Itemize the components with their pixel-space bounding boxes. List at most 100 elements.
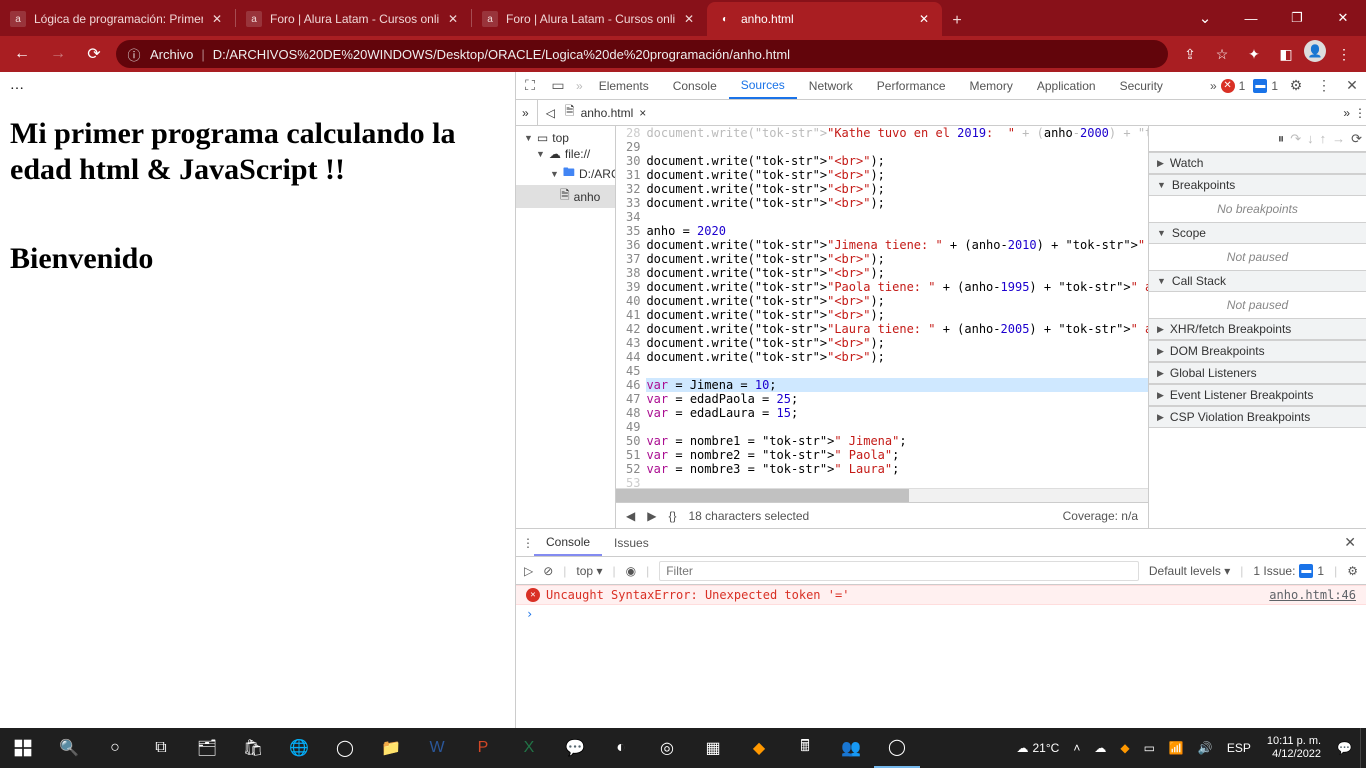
sources-more-icon[interactable]: ⋮ [1354, 106, 1366, 120]
device-toolbar-icon[interactable]: ▭ [544, 77, 572, 94]
store-icon[interactable]: 🛍 [230, 728, 276, 768]
drawer-menu-icon[interactable]: ⋮ [522, 536, 534, 550]
issue-indicator[interactable]: ▬ 1 [1249, 79, 1282, 93]
calculator-icon[interactable]: 🖩 [782, 728, 828, 768]
context-dropdown[interactable]: top ▾ [576, 564, 602, 578]
chrome-menu-icon[interactable]: ⋮ [1330, 40, 1358, 68]
file-tab-anho[interactable]: 🗎 anho.html × [559, 100, 652, 125]
devtools-tab-network[interactable]: Network [797, 72, 865, 99]
extensions-icon[interactable]: ✦ [1240, 40, 1268, 68]
console-error-source[interactable]: anho.html:46 [1269, 588, 1356, 602]
wifi-icon[interactable]: 📶 [1163, 728, 1190, 768]
teams-icon[interactable]: 👥 [828, 728, 874, 768]
edge-icon[interactable]: 🌐 [276, 728, 322, 768]
maximize-button[interactable]: ❐ [1274, 0, 1320, 36]
devtools-tab-elements[interactable]: Elements [587, 72, 661, 99]
address-bar[interactable]: ⓘ Archivo | D:/ARCHIVOS%20DE%20WINDOWS/D… [116, 40, 1168, 68]
callstack-section[interactable]: ▼Call Stack [1149, 270, 1366, 292]
notifications-icon[interactable]: 💬 [1331, 728, 1358, 768]
file-tab-close-icon[interactable]: × [639, 106, 646, 120]
devtools-tab-security[interactable]: Security [1108, 72, 1175, 99]
onedrive-icon[interactable]: ☁ [1088, 728, 1112, 768]
search-icon[interactable]: 🔍 [46, 728, 92, 768]
inspect-element-icon[interactable]: ⛶ [516, 77, 544, 94]
clear-console-icon[interactable]: ⊘ [543, 564, 553, 578]
sublime-icon[interactable]: ◆ [736, 728, 782, 768]
app-icon-1[interactable]: ◎ [644, 728, 690, 768]
breakpoints-section[interactable]: ▼Breakpoints [1149, 174, 1366, 196]
console-prompt[interactable]: › [516, 605, 1366, 623]
devtools-tab-memory[interactable]: Memory [958, 72, 1025, 99]
nav-file-origin[interactable]: ▼☁file:// [516, 146, 615, 162]
console-error-row[interactable]: ✕ Uncaught SyntaxError: Unexpected token… [516, 585, 1366, 605]
browser-tab-0[interactable]: aLógica de programación: Primero✕ [0, 2, 235, 36]
nav-file-anho[interactable]: 🗎anho [516, 185, 615, 208]
live-expression-icon[interactable]: ◉ [626, 564, 636, 578]
devtools-tab-sources[interactable]: Sources [729, 72, 797, 99]
powerpoint-icon[interactable]: P [460, 728, 506, 768]
devtools-close-icon[interactable]: ✕ [1338, 77, 1366, 94]
profile-avatar[interactable]: 👤 [1304, 40, 1326, 62]
drawer-close-icon[interactable]: ✕ [1334, 534, 1366, 551]
drawer-tab-issues[interactable]: Issues [602, 529, 661, 556]
status-left-icon[interactable]: ◀ [626, 509, 635, 523]
status-right-icon[interactable]: ▶ [647, 509, 656, 523]
console-sidebar-icon[interactable]: ▷ [524, 564, 533, 578]
site-info-icon[interactable]: ⓘ [126, 45, 142, 64]
console-settings-icon[interactable]: ⚙ [1347, 564, 1358, 578]
reload-button[interactable]: ⟳ [80, 40, 108, 68]
excel-icon[interactable]: X [506, 728, 552, 768]
issues-link[interactable]: 1 Issue: ▬ 1 [1253, 564, 1324, 578]
console-filter-input[interactable] [659, 561, 1139, 581]
step-out-icon[interactable]: ↑ [1320, 131, 1327, 146]
task-view-icon[interactable]: ⧉ [138, 728, 184, 768]
tab-close-icon[interactable]: ✕ [916, 11, 932, 27]
code-editor[interactable]: 2829303132333435363738394041424344454647… [616, 126, 1148, 488]
bookmark-star-icon[interactable]: ☆ [1208, 40, 1236, 68]
new-tab-button[interactable]: + [942, 6, 972, 36]
scope-section[interactable]: ▼Scope [1149, 222, 1366, 244]
tab-close-icon[interactable]: ✕ [681, 11, 697, 27]
pause-icon[interactable]: ⏸ [1278, 131, 1285, 147]
dom-breakpoints-section[interactable]: ▶DOM Breakpoints [1149, 340, 1366, 362]
global-listeners-section[interactable]: ▶Global Listeners [1149, 362, 1366, 384]
horizontal-scrollbar[interactable] [616, 488, 1148, 502]
discord-icon[interactable]: 💬 [552, 728, 598, 768]
nav-top[interactable]: ▼▭top [516, 130, 615, 146]
deactivate-bp-icon[interactable]: ⟳ [1351, 131, 1362, 147]
step-icon[interactable]: → [1332, 131, 1345, 146]
drawer-tab-console[interactable]: Console [534, 529, 602, 556]
minimize-button[interactable]: — [1228, 0, 1274, 36]
nav-pane-toggle-icon[interactable]: » [522, 106, 529, 120]
devtools-settings-icon[interactable]: ⚙ [1282, 77, 1310, 94]
language-indicator[interactable]: ESP [1221, 728, 1257, 768]
start-button[interactable] [0, 728, 46, 768]
steam-icon[interactable]: ◐ [598, 728, 644, 768]
show-desktop[interactable] [1360, 728, 1366, 768]
browser-tab-3[interactable]: ◐anho.html✕ [707, 2, 942, 36]
event-listener-bp-section[interactable]: ▶Event Listener Breakpoints [1149, 384, 1366, 406]
tray-app-icon[interactable]: ◆ [1114, 728, 1135, 768]
tab-close-icon[interactable]: ✕ [209, 11, 225, 27]
step-over-icon[interactable]: ↷ [1290, 131, 1301, 147]
chevron-down-icon[interactable]: ⌄ [1182, 0, 1228, 36]
file-history-icon[interactable]: ◁ [546, 106, 555, 120]
volume-icon[interactable]: 🔊 [1192, 728, 1219, 768]
error-indicator[interactable]: ✕ 1 [1217, 79, 1250, 93]
xhr-breakpoints-section[interactable]: ▶XHR/fetch Breakpoints [1149, 318, 1366, 340]
step-into-icon[interactable]: ↓ [1307, 131, 1314, 146]
cortana-icon[interactable]: ○ [92, 728, 138, 768]
reading-list-icon[interactable]: ◧ [1272, 40, 1300, 68]
devtools-tab-performance[interactable]: Performance [865, 72, 958, 99]
csp-bp-section[interactable]: ▶CSP Violation Breakpoints [1149, 406, 1366, 428]
log-level-dropdown[interactable]: Default levels ▾ [1149, 564, 1230, 578]
watch-section[interactable]: ▶Watch [1149, 152, 1366, 174]
back-button[interactable]: ← [8, 40, 36, 68]
code-content[interactable]: document.write("tok-str">"Kathe tuvo en … [646, 126, 1148, 488]
share-icon[interactable]: ⇪ [1176, 40, 1204, 68]
weather-widget[interactable]: ☁ 21°C [1011, 728, 1066, 768]
clock[interactable]: 10:11 p. m. 4/12/2022 [1259, 735, 1329, 760]
chrome-active-icon[interactable]: ◯ [874, 728, 920, 768]
browser-tab-2[interactable]: aForo | Alura Latam - Cursos onlin✕ [472, 2, 707, 36]
close-button[interactable]: ✕ [1320, 0, 1366, 36]
